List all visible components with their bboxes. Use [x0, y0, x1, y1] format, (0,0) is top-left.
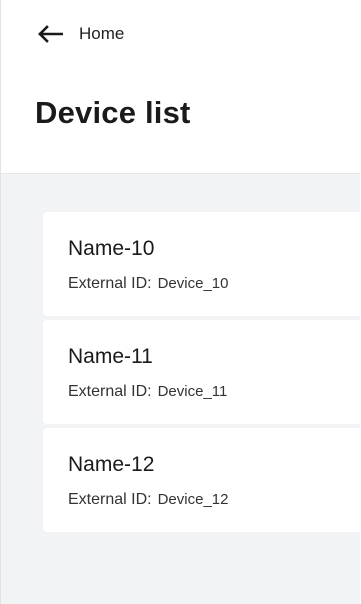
device-name: Name-11: [68, 345, 153, 368]
device-name: Name-12: [68, 453, 155, 476]
arrow-left-icon: [37, 25, 63, 43]
back-link-label[interactable]: Home: [79, 24, 124, 44]
device-card[interactable]: Name-12 External ID: Device_12: [43, 428, 360, 532]
device-name: Name-10: [68, 237, 155, 260]
page-title: Device list: [35, 95, 191, 130]
device-card[interactable]: Name-11 External ID: Device_11: [43, 320, 360, 424]
external-id-label: External ID:: [68, 383, 152, 400]
device-external-id: External ID: Device_11: [68, 383, 227, 401]
page-header: Home Device list: [1, 0, 360, 174]
back-link-home[interactable]: Home: [37, 24, 124, 44]
device-list: Name-10 External ID: Device_10 Name-11 Ex…: [1, 174, 360, 604]
app-frame: Home Device list Name-10 External ID: Dev…: [0, 0, 360, 604]
external-id-value: Device_11: [157, 383, 228, 400]
external-id-value: Device_12: [157, 491, 229, 508]
external-id-label: External ID:: [68, 275, 152, 292]
device-external-id: External ID: Device_10: [68, 275, 228, 293]
external-id-label: External ID:: [68, 491, 152, 508]
external-id-value: Device_10: [157, 275, 229, 292]
device-card[interactable]: Name-10 External ID: Device_10: [43, 212, 360, 316]
device-external-id: External ID: Device_12: [68, 491, 228, 509]
